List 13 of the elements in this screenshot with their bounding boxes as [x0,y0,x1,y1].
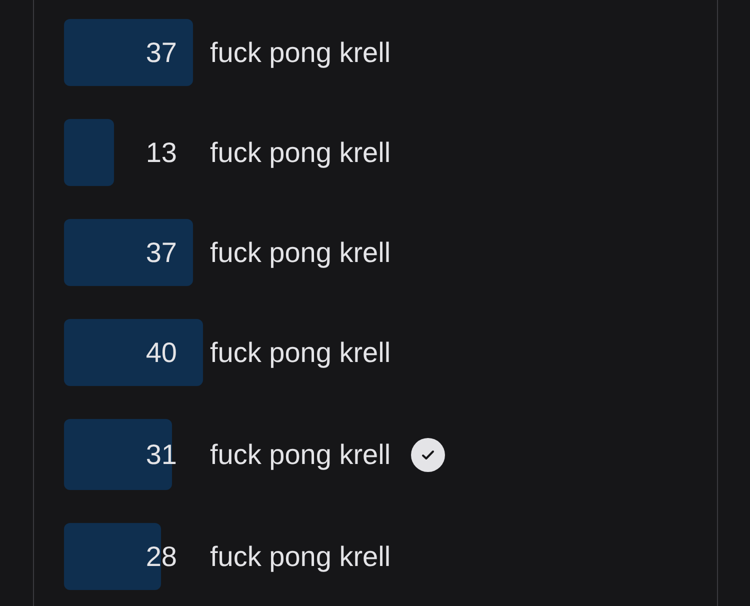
option-label: fuck pong krell [210,238,391,266]
option-label: fuck pong krell [210,138,391,166]
option-label: fuck pong krell [210,440,391,468]
option-label: fuck pong krell [210,338,391,366]
vote-count: 37 [146,238,177,266]
option-label: fuck pong krell [210,542,391,570]
option-label: fuck pong krell [210,38,391,66]
vote-count: 40 [146,338,177,366]
vote-count: 37 [146,38,177,66]
vote-bar [64,119,114,186]
vote-count: 31 [146,440,177,468]
vote-count: 13 [146,138,177,166]
vote-count: 28 [146,542,177,570]
